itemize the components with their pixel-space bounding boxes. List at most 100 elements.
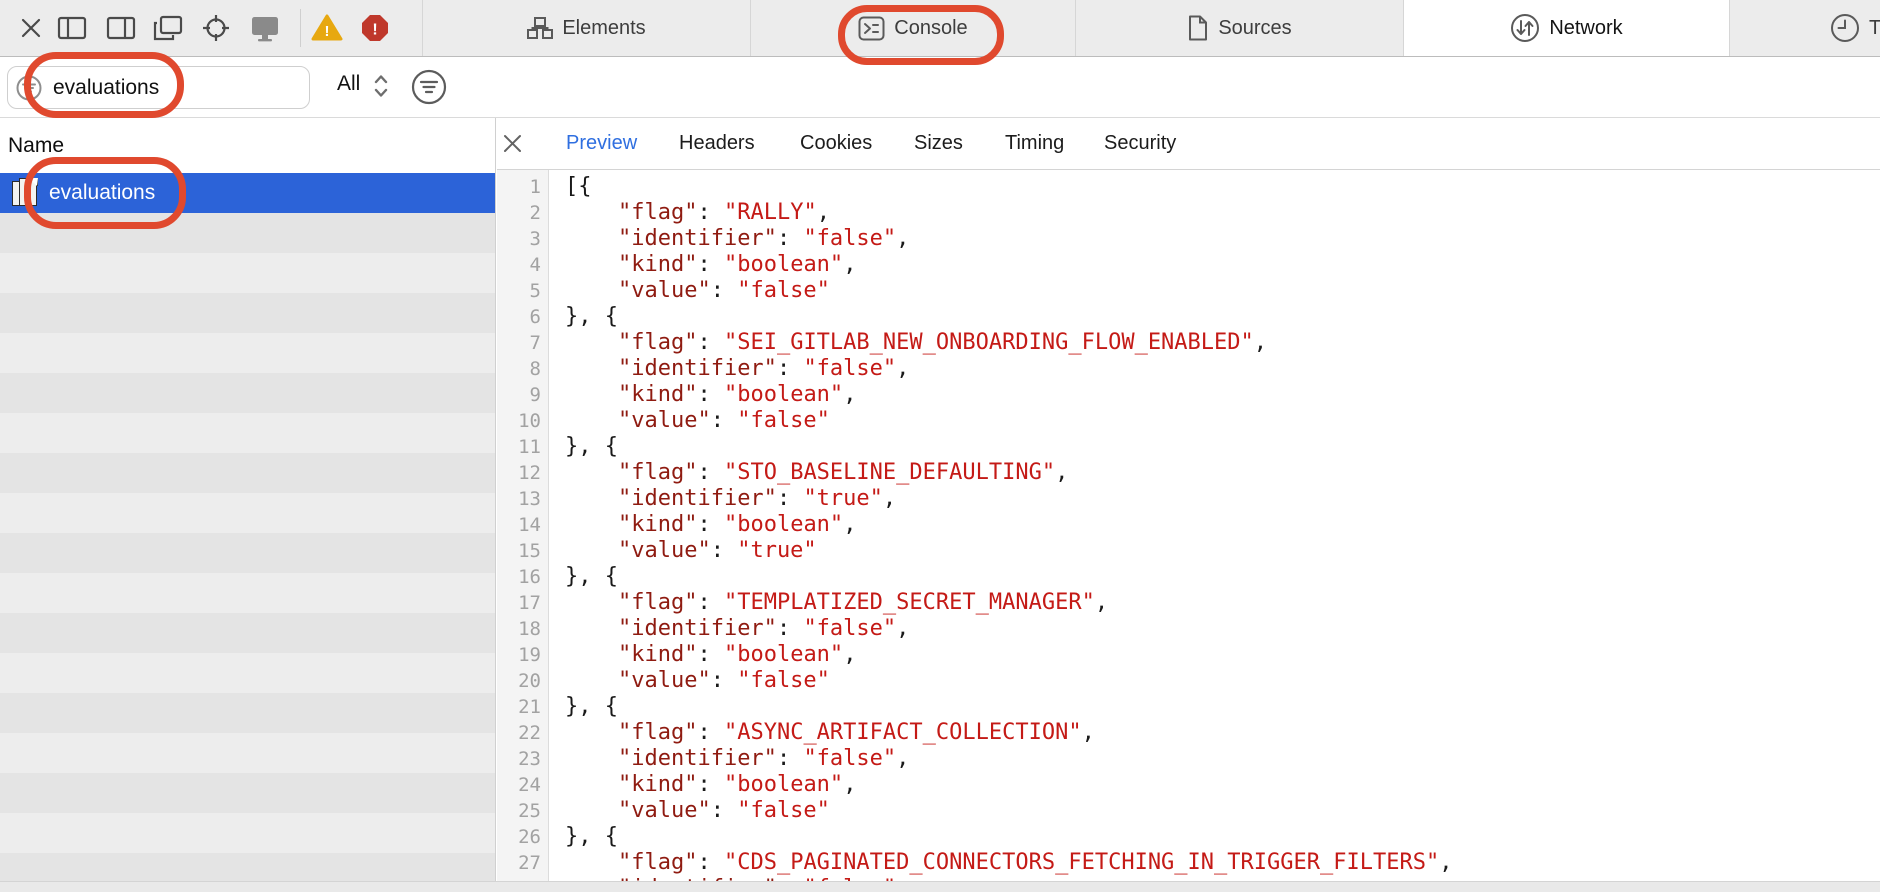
detail-tab-preview[interactable]: Preview <box>566 132 637 155</box>
request-list-header: Name <box>0 118 495 173</box>
network-filter-bar: evaluations All <box>0 57 1880 118</box>
line-number: 24 <box>497 774 549 796</box>
dock-to-side-icon[interactable] <box>55 15 88 41</box>
code-line: 14 "kind": "boolean", <box>497 512 1880 538</box>
inspector-toolbar: ! ! Elements Console Sources Network T <box>0 0 1880 57</box>
line-number: 6 <box>497 306 549 328</box>
json-preview-lines: 1 [{2 "flag": "RALLY",3 "identifier": "fa… <box>497 174 1880 892</box>
element-picker-icon[interactable] <box>199 15 232 41</box>
code-line-content: "identifier": "false", <box>565 356 909 382</box>
line-number: 12 <box>497 462 549 484</box>
code-line-content: "identifier": "false", <box>565 616 909 642</box>
line-number: 1 <box>497 176 549 198</box>
code-line-content: "identifier": "false", <box>565 746 909 772</box>
empty-request-row <box>0 773 495 813</box>
request-detail-panel: Preview Headers Cookies Sizes Timing Sec… <box>497 118 1880 892</box>
empty-request-row <box>0 213 495 253</box>
error-octagon-icon[interactable]: ! <box>358 15 391 41</box>
empty-request-row <box>0 653 495 693</box>
code-line-content: }, { <box>565 824 618 850</box>
elements-icon <box>527 16 553 40</box>
device-icon[interactable] <box>248 15 281 41</box>
code-line-content: }, { <box>565 434 618 460</box>
code-line-content: }, { <box>565 564 618 590</box>
code-line-content: "kind": "boolean", <box>565 772 856 798</box>
code-line-content: "flag": "SEI_GITLAB_NEW_ONBOARDING_FLOW_… <box>565 330 1267 356</box>
tab-timelines[interactable]: T <box>1729 0 1880 56</box>
code-line-content: "kind": "boolean", <box>565 382 856 408</box>
detail-tab-bar: Preview Headers Cookies Sizes Timing Sec… <box>497 118 1880 170</box>
detail-tab-timing[interactable]: Timing <box>1005 132 1064 155</box>
line-number: 9 <box>497 384 549 406</box>
empty-request-row <box>0 373 495 413</box>
resource-document-icon <box>12 178 38 208</box>
code-line-content: "kind": "boolean", <box>565 252 856 278</box>
network-icon <box>1510 13 1540 43</box>
code-line: 6 }, { <box>497 304 1880 330</box>
line-number: 18 <box>497 618 549 640</box>
line-number: 11 <box>497 436 549 458</box>
empty-request-row <box>0 413 495 453</box>
console-icon <box>858 16 885 41</box>
close-detail-icon[interactable] <box>500 131 524 155</box>
horizontal-scrollbar-track[interactable] <box>0 881 1880 892</box>
tab-sources[interactable]: Sources <box>1075 0 1403 56</box>
code-line: 12 "flag": "STO_BASELINE_DEFAULTING", <box>497 460 1880 486</box>
scope-stepper-icon[interactable] <box>372 71 390 106</box>
code-line-content: "value": "false" <box>565 668 830 694</box>
empty-request-row <box>0 493 495 533</box>
code-line-content: "value": "false" <box>565 798 830 824</box>
name-column-header: Name <box>8 134 64 158</box>
tab-network[interactable]: Network <box>1403 0 1729 56</box>
request-row-evaluations[interactable]: evaluations <box>0 173 495 213</box>
sources-icon <box>1187 15 1209 41</box>
code-line: 2 "flag": "RALLY", <box>497 200 1880 226</box>
code-line-content: "value": "false" <box>565 408 830 434</box>
line-number: 8 <box>497 358 549 380</box>
json-preview-editor[interactable]: 1 [{2 "flag": "RALLY",3 "identifier": "fa… <box>497 170 1880 892</box>
code-line: 27 "flag": "CDS_PAGINATED_CONNECTORS_FET… <box>497 850 1880 876</box>
code-line-content: }, { <box>565 304 618 330</box>
scope-select[interactable]: All <box>337 72 360 96</box>
filter-options-button[interactable] <box>410 68 448 111</box>
tab-elements[interactable]: Elements <box>422 0 750 56</box>
line-number: 20 <box>497 670 549 692</box>
detail-tab-security[interactable]: Security <box>1104 132 1176 155</box>
empty-request-row <box>0 253 495 293</box>
code-line: 21}, { <box>497 694 1880 720</box>
tab-elements-label: Elements <box>562 17 645 40</box>
dock-to-bottom-icon[interactable] <box>104 15 137 41</box>
code-line-content: "flag": "TEMPLATIZED_SECRET_MANAGER", <box>565 590 1108 616</box>
tab-console-label: Console <box>894 17 967 40</box>
search-input[interactable]: evaluations <box>7 66 310 109</box>
tab-console[interactable]: Console <box>750 0 1075 56</box>
detail-tab-sizes[interactable]: Sizes <box>914 132 963 155</box>
code-line: 18 "identifier": "false", <box>497 616 1880 642</box>
line-number: 17 <box>497 592 549 614</box>
warning-triangle-icon[interactable]: ! <box>310 15 343 41</box>
code-line-content: }, { <box>565 694 618 720</box>
code-line-content: "identifier": "false", <box>565 226 909 252</box>
code-line-content: "flag": "STO_BASELINE_DEFAULTING", <box>565 460 1068 486</box>
clock-icon <box>1830 13 1860 43</box>
line-number: 23 <box>497 748 549 770</box>
empty-request-row <box>0 533 495 573</box>
code-line: 3 "identifier": "false", <box>497 226 1880 252</box>
code-line: 15 "value": "true" <box>497 538 1880 564</box>
code-line-content: [{ <box>565 174 592 200</box>
detail-tab-cookies[interactable]: Cookies <box>800 132 872 155</box>
line-number: 15 <box>497 540 549 562</box>
code-line-content: "value": "false" <box>565 278 830 304</box>
code-line: 13 "identifier": "true", <box>497 486 1880 512</box>
empty-request-row <box>0 293 495 333</box>
empty-request-row <box>0 813 495 853</box>
code-line: 26 }, { <box>497 824 1880 850</box>
float-window-icon[interactable] <box>151 15 184 41</box>
close-inspector-icon[interactable] <box>14 15 47 41</box>
detail-tab-headers[interactable]: Headers <box>679 132 755 155</box>
line-number: 26 <box>497 826 549 848</box>
tab-network-label: Network <box>1549 17 1622 40</box>
line-number: 2 <box>497 202 549 224</box>
request-list-panel: Name evaluations <box>0 118 496 892</box>
code-line: 23 "identifier": "false", <box>497 746 1880 772</box>
